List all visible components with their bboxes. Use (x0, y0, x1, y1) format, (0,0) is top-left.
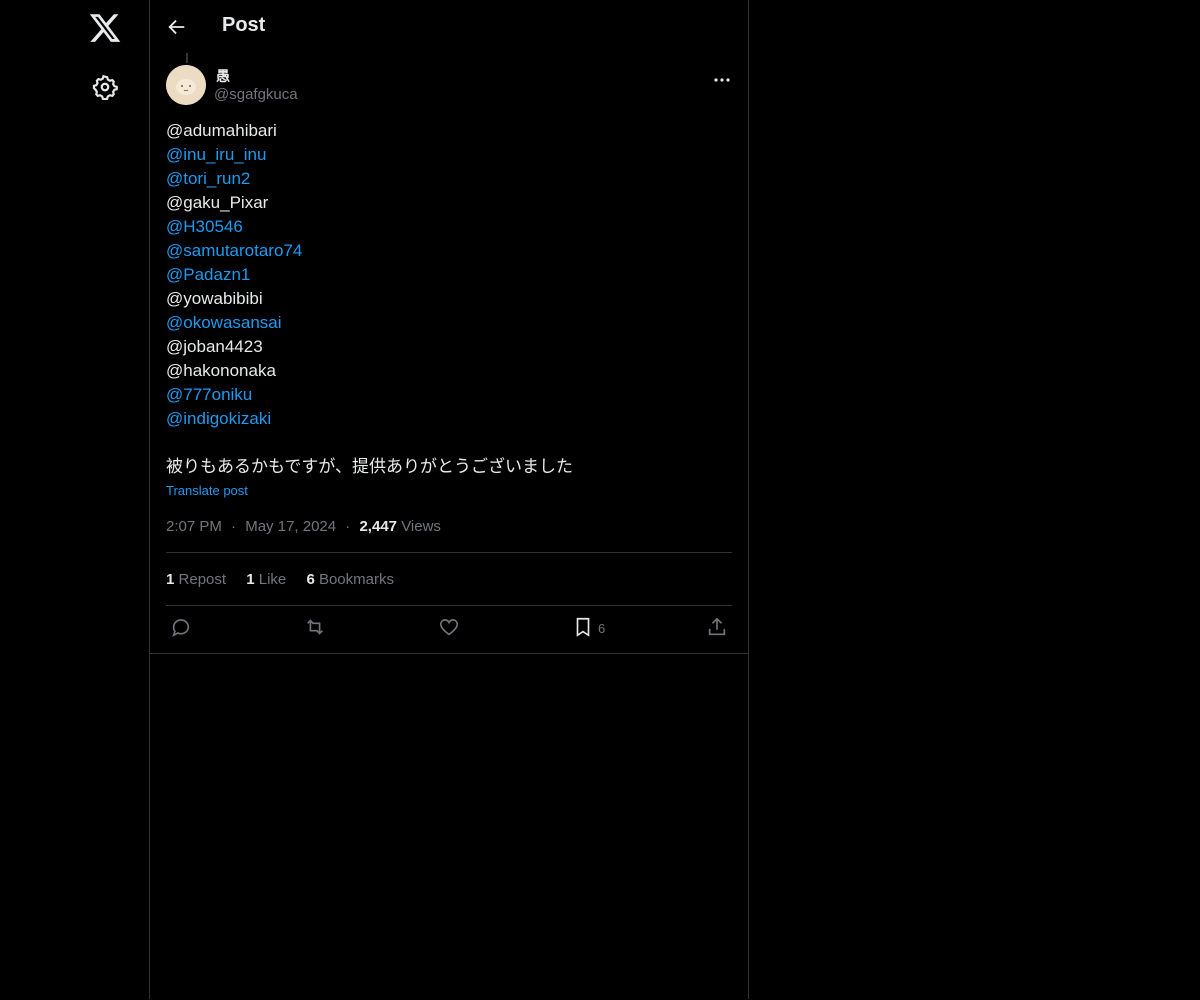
bookmarks-label: Bookmarks (318, 571, 394, 588)
meta-separator: · (231, 518, 237, 535)
mention: @adumahibari (166, 121, 277, 140)
bookmark-count: 6 (598, 621, 606, 636)
mention-link[interactable]: @inu_iru_inu (166, 143, 726, 167)
mention: @yowabibibi (166, 289, 263, 308)
mention-link[interactable]: @Padazn1 (166, 263, 726, 287)
likes-count: 1 (246, 571, 255, 588)
post-meta: 2:07 PM · May 17, 2024 · 2,447 Views (166, 518, 441, 535)
divider (166, 605, 732, 606)
thread-connector (186, 53, 188, 63)
post-date[interactable]: May 17, 2024 (245, 518, 336, 535)
mention: @joban4423 (166, 337, 263, 356)
divider (166, 552, 732, 553)
likes-stat[interactable]: 1 Like (246, 571, 290, 588)
mention: @hakononaka (166, 361, 276, 380)
mention-link[interactable]: @H30546 (166, 215, 726, 239)
likes-label: Like (258, 571, 287, 588)
avatar[interactable] (166, 65, 206, 105)
bookmark-icon[interactable] (572, 616, 594, 638)
bookmarks-count: 6 (306, 571, 315, 588)
page-header: Post (150, 0, 748, 53)
mention-link[interactable]: @indigokizaki (166, 407, 726, 431)
mention: @gaku_Pixar (166, 193, 269, 212)
mention-link[interactable]: @samutarotaro74 (166, 239, 726, 263)
post-time[interactable]: 2:07 PM (166, 518, 222, 535)
reply-icon[interactable] (170, 616, 192, 638)
views-count: 2,447 (359, 518, 398, 535)
reposts-label: Repost (178, 571, 227, 588)
reposts-count: 1 (166, 571, 175, 588)
post-stats: 1 Repost 1 Like 6 Bookmarks (166, 571, 410, 588)
views-label: Views (401, 518, 441, 535)
repost-icon[interactable] (304, 616, 326, 638)
left-nav (0, 0, 149, 1000)
post-text: @adumahibari @inu_iru_inu @tori_run2 @ga… (166, 119, 726, 479)
bookmarks-stat[interactable]: 6 Bookmarks (306, 571, 394, 588)
x-logo-icon[interactable] (88, 11, 122, 45)
mention-link[interactable]: @tori_run2 (166, 167, 726, 191)
author-handle[interactable]: @sgafgkuca (214, 86, 298, 103)
share-icon[interactable] (706, 616, 728, 638)
reposts-stat[interactable]: 1 Repost (166, 571, 230, 588)
translate-post-link[interactable]: Translate post (166, 483, 248, 498)
arrow-left-icon[interactable] (166, 16, 188, 38)
action-bar: 6 (166, 616, 732, 642)
author-display-name[interactable]: 愚 (216, 66, 230, 86)
post-body: 被りもあるかもですが、提供ありがとうございました (166, 457, 573, 476)
meta-separator: · (345, 518, 351, 535)
page-title: Post (222, 14, 266, 36)
more-horizontal-icon[interactable] (712, 71, 732, 82)
mention-link[interactable]: @okowasansai (166, 311, 726, 335)
heart-icon[interactable] (438, 616, 460, 638)
divider (150, 653, 748, 654)
gear-icon[interactable] (92, 74, 118, 101)
mention-link[interactable]: @777oniku (166, 383, 726, 407)
main-column: Post 愚 @sgafgkuca @adumahibari @inu_iru_… (149, 0, 749, 999)
